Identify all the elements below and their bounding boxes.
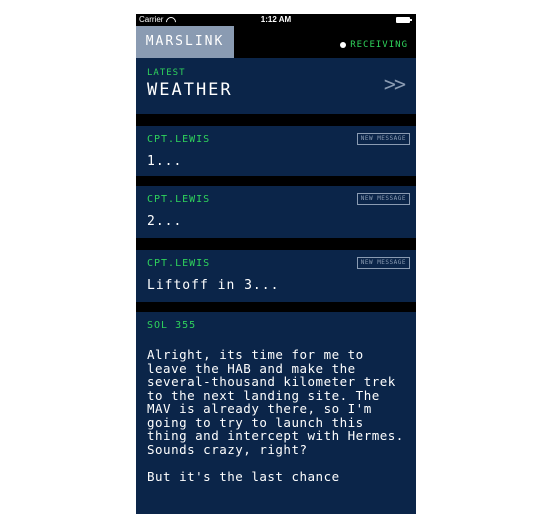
app-title: MARSLINK xyxy=(136,26,234,58)
log-body: Alright, its time for me to leave the HA… xyxy=(147,348,409,483)
receiving-status: RECEIVING xyxy=(340,40,408,50)
message-sender: CPT.LEWIS xyxy=(147,134,211,145)
phone-screen: Carrier 1:12 AM MARSLINK RECEIVING LATES… xyxy=(136,14,416,514)
message-sender: CPT.LEWIS xyxy=(147,194,211,205)
message-card[interactable]: CPT.LEWIS NEW MESSAGE Liftoff in 3... xyxy=(136,250,416,302)
log-entry-card[interactable]: SOL 355 Alright, its time for me to leav… xyxy=(136,312,416,514)
message-text: 2... xyxy=(147,214,183,229)
app-header: MARSLINK RECEIVING xyxy=(136,26,416,58)
clock: 1:12 AM xyxy=(260,15,292,24)
message-card[interactable]: CPT.LEWIS NEW MESSAGE 2... xyxy=(136,186,416,238)
message-sender: CPT.LEWIS xyxy=(147,258,211,269)
message-card[interactable]: CPT.LEWIS NEW MESSAGE 1... xyxy=(136,126,416,176)
new-message-badge: NEW MESSAGE xyxy=(356,257,410,269)
log-sol: SOL 355 xyxy=(147,320,197,331)
new-message-badge: NEW MESSAGE xyxy=(356,193,410,205)
weather-title: WEATHER xyxy=(147,80,233,100)
weather-subtitle: LATEST xyxy=(147,68,186,78)
weather-card[interactable]: LATEST WEATHER >> xyxy=(136,58,416,114)
status-bar: Carrier 1:12 AM xyxy=(136,14,416,26)
log-paragraph: Alright, its time for me to leave the HA… xyxy=(147,347,412,457)
message-text: Liftoff in 3... xyxy=(147,278,280,293)
status-dot-icon xyxy=(340,42,347,48)
new-message-badge: NEW MESSAGE xyxy=(356,133,410,145)
receiving-label: RECEIVING xyxy=(350,40,408,50)
log-paragraph: But it's the last chance xyxy=(147,468,340,484)
message-text: 1... xyxy=(147,154,183,169)
chevron-right-icon[interactable]: >> xyxy=(384,72,406,96)
battery-icon xyxy=(396,17,412,23)
